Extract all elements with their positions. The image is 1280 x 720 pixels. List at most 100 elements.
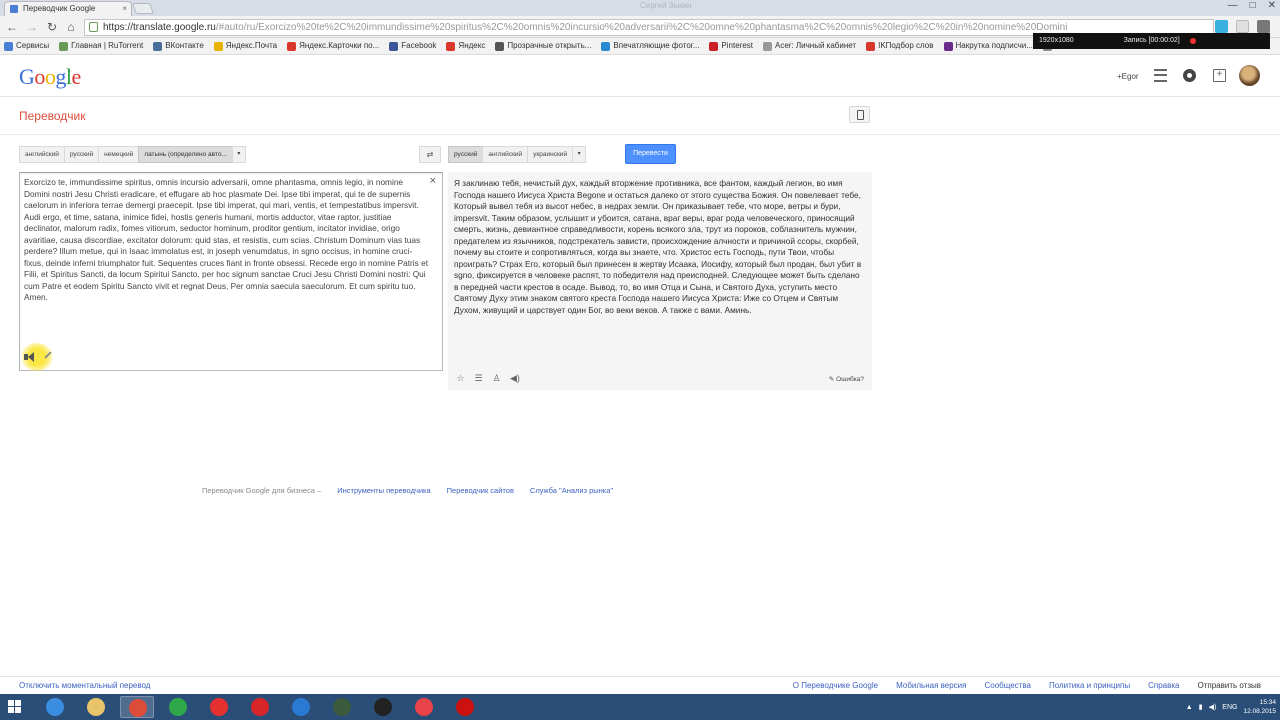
speaker-icon[interactable]: ◀) xyxy=(510,374,520,383)
bottom-link-community[interactable]: Сообщества xyxy=(984,681,1030,690)
target-lang-option[interactable]: русский xyxy=(448,146,484,163)
bottom-link-help[interactable]: Справка xyxy=(1148,681,1179,690)
taskbar-app-skype-like[interactable] xyxy=(366,696,400,718)
taskbar-app-ie[interactable] xyxy=(38,696,72,718)
bookmark-item[interactable]: Впечатляющие фотог... xyxy=(601,38,699,54)
new-tab-button[interactable] xyxy=(131,3,155,14)
recorder-icon xyxy=(456,698,474,716)
source-lang-option[interactable]: английский xyxy=(19,146,65,163)
source-text[interactable]: Exorcizo te, immundissime spiritus, omni… xyxy=(24,177,430,304)
bookmark-item[interactable]: Яндекс xyxy=(446,38,485,54)
itunes-icon xyxy=(415,698,433,716)
translated-text[interactable]: Я заклинаю тебя, нечистый дух, каждый вт… xyxy=(454,178,866,316)
windows-start-icon[interactable] xyxy=(8,700,22,714)
translate-button[interactable]: Перевести xyxy=(625,144,676,164)
green-box-icon xyxy=(333,698,351,716)
bookmark-label: Яндекс.Карточки по... xyxy=(299,41,380,50)
bookmark-item[interactable]: IKПодбор слов xyxy=(866,38,934,54)
listen-speaker-icon[interactable] xyxy=(24,352,37,362)
apps-grid-icon[interactable] xyxy=(1154,69,1167,82)
bookmark-item[interactable]: Acer: Личный кабинет xyxy=(763,38,856,54)
bookmark-item[interactable]: Pinterest xyxy=(709,38,753,54)
bookmark-item[interactable]: Сервисы xyxy=(4,38,49,54)
bookmark-favicon-icon xyxy=(153,41,163,51)
browser-tab[interactable]: Переводчик Google × xyxy=(4,1,132,16)
input-language[interactable]: ENG xyxy=(1222,704,1237,711)
tray-arrow-icon[interactable]: ▲ xyxy=(1186,704,1193,711)
bookmark-item[interactable]: Накрутка подписчи... xyxy=(943,38,1033,54)
share-plus-icon[interactable]: + xyxy=(1213,69,1226,82)
send-feedback-link[interactable]: Отправить отзыв xyxy=(1198,681,1262,690)
footer-links: Переводчик Google для бизнеса – Инструме… xyxy=(202,486,613,495)
translation-result-area: Я заклинаю тебя, нечистый дух, каждый вт… xyxy=(448,172,872,390)
footer-link-sites[interactable]: Переводчик сайтов xyxy=(447,486,514,495)
bookmark-item[interactable]: Facebook xyxy=(389,38,436,54)
taskbar-app-itunes[interactable] xyxy=(407,696,441,718)
phrasebook-phone-button[interactable] xyxy=(849,106,870,123)
menu-icon[interactable] xyxy=(1257,20,1270,33)
bookmark-label: Прозрачные открыть... xyxy=(507,41,592,50)
volume-icon[interactable]: ◀) xyxy=(1209,703,1217,711)
source-lang-dropdown-icon[interactable]: ▾ xyxy=(231,146,246,163)
bottom-bar: Отключить моментальный перевод О Перевод… xyxy=(0,676,1280,694)
user-profile-link[interactable]: +Egor xyxy=(1117,72,1139,81)
bookmark-item[interactable]: Главная | RuTorrent xyxy=(59,38,143,54)
minimize-icon[interactable]: — xyxy=(1228,0,1238,11)
swap-languages-button[interactable]: ⇄ xyxy=(419,146,441,163)
yandex-icon xyxy=(210,698,228,716)
star-bookmark-icon[interactable] xyxy=(1236,20,1249,33)
skype-like-icon xyxy=(374,698,392,716)
bottom-link-mobile[interactable]: Мобильная версия xyxy=(896,681,966,690)
source-text-area[interactable]: Exorcizo te, immundissime spiritus, omni… xyxy=(19,172,443,371)
taskbar-app-green-app[interactable] xyxy=(161,696,195,718)
notifications-icon[interactable] xyxy=(1183,69,1196,82)
star-icon[interactable]: ☆ xyxy=(456,374,465,383)
maximize-icon[interactable]: □ xyxy=(1250,0,1256,11)
avatar[interactable] xyxy=(1239,65,1260,86)
forward-icon[interactable]: → xyxy=(24,19,40,35)
network-icon[interactable]: ▮ xyxy=(1199,703,1203,711)
bottom-link-policy[interactable]: Политика и принципы xyxy=(1049,681,1130,690)
bookmark-item[interactable]: ВКонтакте xyxy=(153,38,204,54)
back-icon[interactable]: ← xyxy=(4,19,20,35)
close-tab-icon[interactable]: × xyxy=(122,2,127,16)
bookmark-item[interactable]: Яндекс.Карточки по... xyxy=(287,38,379,54)
extension-icons xyxy=(1215,20,1270,33)
footer-link-market[interactable]: Служба "Анализ рынка" xyxy=(530,486,613,495)
footer-prefix: Переводчик Google для бизнеса – xyxy=(202,486,322,495)
person-icon[interactable]: ♙ xyxy=(492,374,501,383)
target-lang-dropdown-icon[interactable]: ▾ xyxy=(572,146,587,163)
window-owner-label: Сергей Зыкин xyxy=(640,1,692,10)
source-lang-option[interactable]: русский xyxy=(63,146,100,163)
taskbar-app-opera[interactable] xyxy=(243,696,277,718)
taskbar-app-chrome[interactable] xyxy=(120,696,154,718)
target-lang-option[interactable]: украинский xyxy=(527,146,574,163)
record-dot-icon[interactable] xyxy=(1189,38,1196,44)
copy-list-icon[interactable]: ☰ xyxy=(474,374,483,383)
reload-icon[interactable]: ↻ xyxy=(44,19,60,35)
taskbar-app-explorer[interactable] xyxy=(79,696,113,718)
clock[interactable]: 15:34 12.08.2015 xyxy=(1243,698,1276,716)
target-lang-option[interactable]: английский xyxy=(482,146,529,163)
bookmark-item[interactable]: Яндекс.Почта xyxy=(213,38,277,54)
blue-app-icon xyxy=(292,698,310,716)
lock-icon xyxy=(89,22,98,32)
footer-link-tools[interactable]: Инструменты переводчика xyxy=(337,486,430,495)
source-lang-option[interactable]: латынь (определено авто... xyxy=(138,146,233,163)
source-language-bar: английский русский немецкий латынь (определ… xyxy=(19,146,246,163)
bookmark-item[interactable]: Прозрачные открыть... xyxy=(495,38,591,54)
google-logo[interactable]: Google xyxy=(19,64,81,90)
report-error-link[interactable]: ✎ Ошибка? xyxy=(829,375,864,383)
bottom-link-about[interactable]: О Переводчике Google xyxy=(793,681,878,690)
source-lang-option[interactable]: немецкий xyxy=(98,146,140,163)
taskbar-app-green-box[interactable] xyxy=(325,696,359,718)
system-tray: ▲ ▮ ◀) ENG 15:34 12.08.2015 xyxy=(1186,694,1276,720)
extension-icon[interactable] xyxy=(1215,20,1228,33)
taskbar-app-recorder[interactable] xyxy=(448,696,482,718)
instant-translation-off-link[interactable]: Отключить моментальный перевод xyxy=(19,681,150,690)
close-window-icon[interactable]: ✕ xyxy=(1268,0,1276,11)
clear-text-icon[interactable]: × xyxy=(430,175,436,187)
taskbar-app-blue-app[interactable] xyxy=(284,696,318,718)
home-icon[interactable]: ⌂ xyxy=(63,19,79,35)
taskbar-app-yandex[interactable] xyxy=(202,696,236,718)
